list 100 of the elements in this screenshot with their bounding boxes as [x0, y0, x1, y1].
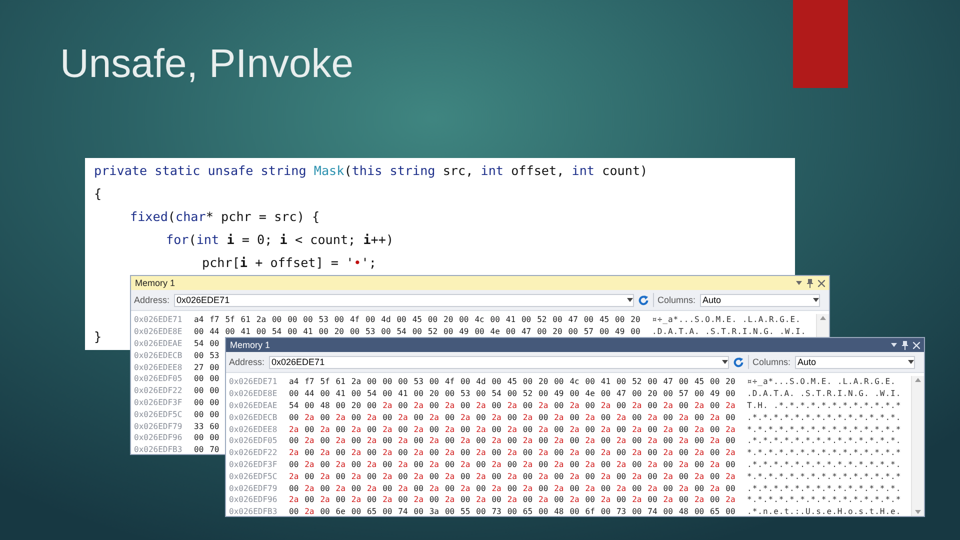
byte-value: 2a [414, 424, 424, 434]
caret-icon[interactable] [891, 343, 897, 347]
byte-value: 2a [289, 424, 300, 434]
byte-value: 2a [336, 412, 346, 422]
byte-value: 2a [710, 412, 721, 422]
byte-value: 00 [630, 327, 642, 336]
byte-value: 00 [538, 412, 550, 422]
byte-value: 00 [538, 507, 550, 516]
byte-value: 00 [694, 389, 706, 398]
byte-value: 2a [351, 377, 362, 386]
byte-value: 00 [694, 507, 706, 516]
byte-value: 2a [492, 436, 502, 446]
byte-value: 00 [490, 315, 501, 324]
byte-value: 2a [694, 495, 706, 504]
byte-value: 52 [428, 327, 439, 336]
byte-value: 00 [398, 400, 409, 410]
ascii-text: *.*.*.*.*.*.*.*.*.*.*.*.*.*.* [747, 472, 902, 481]
scroll-up-icon[interactable] [915, 378, 921, 382]
byte-value: 2a [429, 484, 440, 493]
byte-value: a4 [289, 377, 300, 386]
byte-value: 2a [414, 448, 424, 458]
byte-value: 2a [585, 436, 596, 446]
pin-icon[interactable] [902, 340, 908, 350]
byte-value: 73 [492, 507, 502, 516]
close-icon[interactable] [818, 280, 825, 286]
byte-value: 00 [584, 315, 594, 324]
byte-value: 00 [351, 507, 362, 516]
ascii-text: ¤÷_a*...S.O.M.E. .L.A.R.G.E. [652, 315, 802, 324]
byte-value: 00 [476, 484, 487, 493]
byte-value: 00 [492, 377, 502, 386]
byte-value: 00 [336, 424, 346, 434]
byte-value: 73 [616, 507, 628, 516]
caret-icon[interactable] [626, 298, 633, 302]
byte-value: 00 [507, 460, 518, 469]
refresh-icon[interactable] [732, 356, 744, 368]
address-field[interactable]: 0x026EDE71 [174, 294, 634, 306]
byte-value: 00 [414, 507, 424, 516]
byte-value: 2a [678, 484, 690, 493]
byte-value: 00 [289, 389, 300, 398]
byte-value: 00 [194, 433, 205, 442]
byte-value: 00 [351, 460, 362, 469]
byte-value: 54 [492, 389, 502, 398]
columns-dropdown[interactable]: Auto [700, 294, 820, 306]
byte-value: 00 [585, 377, 596, 386]
byte-value: 2a [648, 460, 658, 469]
byte-value: 2a [476, 495, 487, 504]
pin-icon[interactable] [807, 278, 813, 288]
byte-value: 2a [522, 412, 534, 422]
caret-icon[interactable] [722, 360, 728, 364]
row-address: 0x026EDFB3 [133, 445, 184, 454]
byte-value: 00 [210, 338, 220, 348]
code-line: for(int i = 0; i < count; i++) [166, 231, 394, 249]
byte-value: 53 [414, 377, 424, 386]
byte-value: 41 [336, 389, 346, 398]
byte-value: 00 [492, 495, 502, 504]
code-line: { [94, 185, 102, 203]
byte-value: 48 [678, 507, 690, 516]
byte-value: 00 [632, 507, 643, 516]
byte-value: 2a [460, 460, 472, 469]
byte-value: 00 [366, 377, 378, 386]
byte-value: 53 [366, 327, 376, 336]
byte-value: 2a [382, 472, 394, 481]
byte-value: 00 [678, 495, 690, 504]
byte-value: 00 [663, 389, 674, 398]
byte-value: 00 [304, 472, 316, 481]
byte-value: 2a [600, 472, 612, 481]
byte-value: 00 [552, 315, 564, 324]
byte-value: 00 [554, 472, 565, 481]
byte-value: 2a [570, 472, 580, 481]
byte-value: 2a [694, 448, 706, 458]
refresh-icon[interactable] [638, 294, 649, 306]
byte-value: 00 [570, 484, 580, 493]
byte-value: 00 [318, 327, 330, 336]
scrollbar[interactable] [911, 376, 924, 516]
byte-value: 45 [412, 315, 423, 324]
byte-value: 00 [538, 484, 550, 493]
scroll-up-icon[interactable] [820, 316, 826, 320]
byte-value: 2a [694, 400, 706, 410]
byte-value: 65 [522, 507, 534, 516]
byte-value: 2a [600, 495, 612, 504]
byte-value: 20 [351, 400, 362, 410]
address-field[interactable]: 0x026EDE71 [268, 356, 729, 368]
byte-value: 00 [710, 424, 721, 434]
caret-icon[interactable] [796, 281, 802, 285]
row-address: 0x026EDEAE [228, 400, 278, 410]
byte-value: 57 [584, 327, 594, 336]
scroll-down-icon[interactable] [915, 510, 921, 514]
byte-value: 00 [304, 400, 316, 410]
ascii-text: *.*.*.*.*.*.*.*.*.*.*.*.*.*.* [747, 495, 902, 504]
byte-value: 00 [726, 460, 736, 469]
byte-value: 2a [507, 495, 518, 504]
byte-value: 00 [460, 377, 472, 386]
byte-value: 20 [648, 389, 658, 398]
byte-value: 00 [570, 507, 580, 516]
caret-icon[interactable] [812, 298, 819, 302]
columns-dropdown[interactable]: Auto [794, 356, 915, 368]
code-line: pchr[i + offset] = '•'; [202, 254, 376, 272]
byte-value: 2a [320, 495, 331, 504]
byte-value: 2a [304, 436, 316, 446]
caret-icon[interactable] [908, 360, 914, 364]
